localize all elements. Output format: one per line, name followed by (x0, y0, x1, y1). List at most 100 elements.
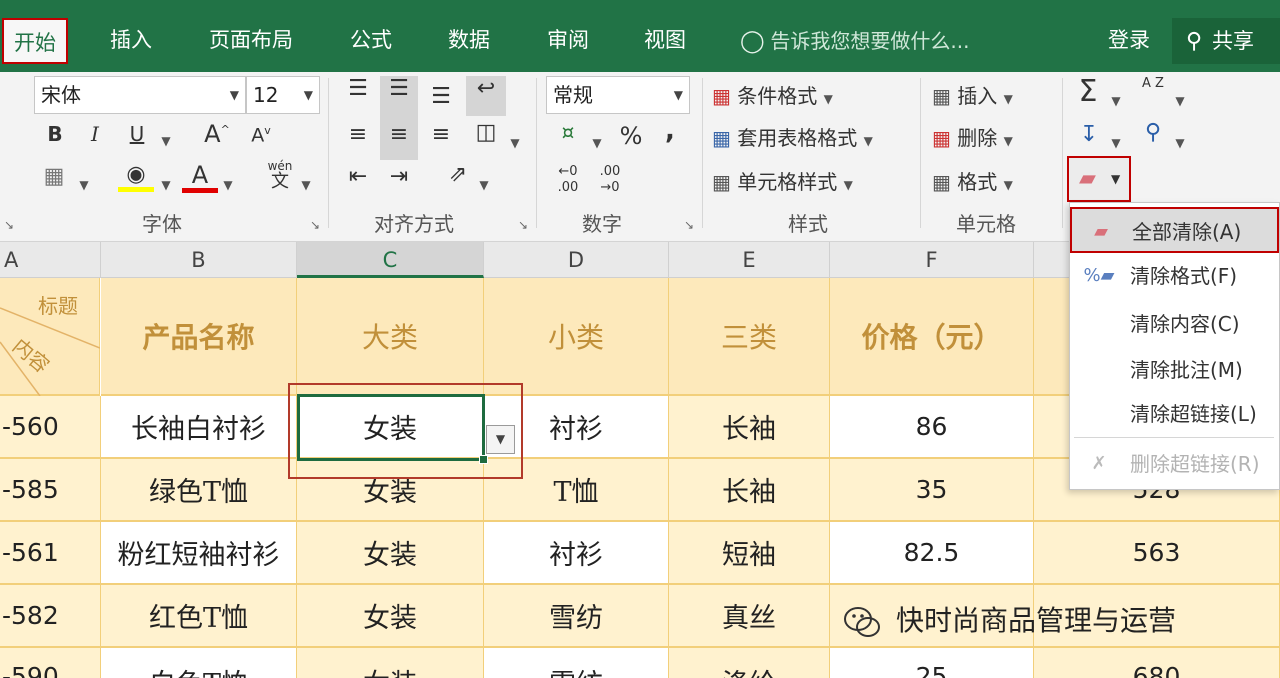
cell-b-row1[interactable]: 长袖白衬衫 (101, 396, 297, 459)
header-cell-third-category[interactable]: 三类 (669, 278, 830, 396)
borders-dropdown[interactable]: ▼ (76, 170, 92, 194)
column-header-f[interactable]: F (830, 242, 1034, 278)
diagonal-header-cell[interactable]: 标题 内容 (0, 278, 100, 396)
cell-d-row5[interactable]: 雪纺 (484, 648, 669, 678)
cell-styles-button[interactable]: ▦ 单元格样式 ▼ (712, 166, 853, 195)
fill-color-dropdown[interactable]: ▼ (158, 170, 174, 194)
font-color-icon[interactable]: A (182, 162, 218, 193)
tell-me-box[interactable]: ◯ 告诉我您想要做什么... (740, 22, 969, 60)
orientation-dropdown[interactable]: ▼ (476, 170, 492, 194)
cell-e-row1[interactable]: 长袖 (669, 396, 830, 459)
increase-decimal-button[interactable]: ←0.00 (550, 164, 586, 196)
menu-item-clear-formats[interactable]: %▰ 清除格式(F) (1070, 253, 1279, 299)
font-color-dropdown[interactable]: ▼ (220, 170, 236, 194)
cell-e-row5[interactable]: 涤纶 (669, 648, 830, 678)
cell-c-row1[interactable]: 女装 (297, 396, 484, 459)
cell-f-row5[interactable]: 25 (830, 648, 1034, 678)
fill-down-icon[interactable]: ↧ (1072, 122, 1106, 147)
menu-item-clear-all[interactable]: ▰ 全部清除(A) (1070, 207, 1279, 253)
borders-icon[interactable]: ▦ (38, 164, 70, 189)
cell-g-row5[interactable]: 680 (1034, 648, 1280, 678)
align-middle-icon[interactable]: ☰ (380, 76, 418, 160)
tab-review[interactable]: 审阅 (533, 0, 603, 72)
menu-item-clear-contents[interactable]: 清除内容(C) (1070, 301, 1279, 347)
underline-button[interactable]: U (122, 122, 152, 146)
fill-dropdown[interactable]: ▼ (1108, 128, 1124, 152)
cell-c-row4[interactable]: 女装 (297, 585, 484, 648)
cell-c-row3[interactable]: 女装 (297, 522, 484, 585)
align-left-icon[interactable]: ≡ (340, 122, 376, 147)
align-center-icon[interactable]: ≡ (380, 122, 418, 147)
cell-b-row4[interactable]: 红色T恤 (101, 585, 297, 648)
share-button[interactable]: ⚲ 共享 (1172, 18, 1280, 64)
increase-indent-icon[interactable]: ⇥ (380, 164, 418, 189)
header-cell-price[interactable]: 价格（元） (830, 278, 1034, 396)
wrap-text-icon[interactable]: ↩ (466, 76, 506, 116)
phonetic-dropdown[interactable]: ▼ (298, 170, 314, 194)
autosum-icon[interactable]: Σ (1070, 74, 1106, 109)
cell-b-row2[interactable]: 绿色T恤 (101, 459, 297, 522)
column-header-b[interactable]: B (101, 242, 297, 278)
orientation-icon[interactable]: ⇗ (440, 162, 476, 187)
tab-home[interactable]: 开始 (2, 18, 68, 64)
number-dialog-launcher-icon[interactable]: ↘ (684, 218, 694, 232)
column-header-e[interactable]: E (669, 242, 830, 278)
format-as-table-button[interactable]: ▦ 套用表格格式 ▼ (712, 122, 873, 151)
cell-a-row3[interactable]: -561 (0, 522, 101, 585)
shrink-font-button[interactable]: Av (244, 124, 278, 146)
tab-data[interactable]: 数据 (434, 0, 504, 72)
align-top-icon[interactable]: ☰ (340, 76, 376, 101)
merge-dropdown[interactable]: ▼ (506, 128, 524, 152)
italic-button[interactable]: I (80, 122, 110, 146)
header-cell-product[interactable]: 产品名称 (101, 278, 297, 396)
font-dialog-launcher-icon[interactable]: ↘ (310, 218, 320, 232)
decrease-decimal-button[interactable]: .00 →0 (592, 164, 628, 196)
tab-view[interactable]: 视图 (630, 0, 700, 72)
tab-page-layout[interactable]: 页面布局 (196, 0, 306, 72)
decrease-indent-icon[interactable]: ⇤ (340, 164, 376, 189)
column-header-d[interactable]: D (484, 242, 669, 278)
align-bottom-icon[interactable]: ☰ (424, 84, 458, 109)
currency-icon[interactable]: ¤ (550, 120, 586, 144)
cell-g-row3[interactable]: 563 (1034, 522, 1280, 585)
alignment-dialog-launcher-icon[interactable]: ↘ (518, 218, 528, 232)
insert-cells-button[interactable]: ▦ 插入 ▼ (932, 80, 1013, 109)
find-select-icon[interactable]: ⚲ (1138, 120, 1168, 145)
currency-dropdown[interactable]: ▼ (588, 128, 606, 152)
cell-d-row4[interactable]: 雪纺 (484, 585, 669, 648)
font-name-select[interactable]: 宋体 ▼ (34, 76, 246, 114)
cell-a-row4[interactable]: -582 (0, 585, 101, 648)
underline-dropdown[interactable]: ▼ (156, 126, 176, 150)
cell-c-row2[interactable]: 女装 (297, 459, 484, 522)
header-cell-subcategory[interactable]: 小类 (484, 278, 669, 396)
sort-filter-icon[interactable]: A Z (1138, 76, 1168, 91)
cell-a-row1[interactable]: -560 (0, 396, 101, 459)
comma-button[interactable]: , (658, 116, 682, 146)
login-link[interactable]: 登录 (1108, 24, 1150, 54)
cell-f-row2[interactable]: 35 (830, 459, 1034, 522)
cell-d-row2[interactable]: T恤 (484, 459, 669, 522)
cell-c-row5[interactable]: 女装 (297, 648, 484, 678)
cell-e-row2[interactable]: 长袖 (669, 459, 830, 522)
find-dropdown[interactable]: ▼ (1172, 128, 1188, 152)
cell-e-row4[interactable]: 真丝 (669, 585, 830, 648)
cell-f-row1[interactable]: 86 (830, 396, 1034, 459)
fill-handle[interactable] (479, 455, 488, 464)
menu-item-clear-hyperlinks[interactable]: 清除超链接(L) (1070, 391, 1279, 437)
phonetic-guide-button[interactable]: wén 文 (262, 158, 298, 191)
cell-b-row5[interactable]: 白色T恤 (101, 648, 297, 678)
cell-d-row3[interactable]: 衬衫 (484, 522, 669, 585)
fill-color-icon[interactable]: ◉ (118, 162, 154, 192)
column-header-a[interactable]: A (0, 242, 101, 278)
column-header-c[interactable]: C (297, 242, 484, 278)
percent-button[interactable]: % (614, 122, 648, 150)
cell-f-row3[interactable]: 82.5 (830, 522, 1034, 585)
clipboard-dialog-launcher-icon[interactable]: ↘ (4, 218, 14, 232)
bold-button[interactable]: B (40, 122, 70, 146)
cell-b-row3[interactable]: 粉红短袖衬衫 (101, 522, 297, 585)
data-validation-dropdown-button[interactable]: ▼ (486, 425, 515, 454)
header-cell-category[interactable]: 大类 (297, 278, 484, 396)
delete-cells-button[interactable]: ▦ 删除 ▼ (932, 122, 1013, 151)
merge-center-icon[interactable]: ◫ (466, 120, 506, 145)
tab-insert[interactable]: 插入 (96, 0, 166, 72)
